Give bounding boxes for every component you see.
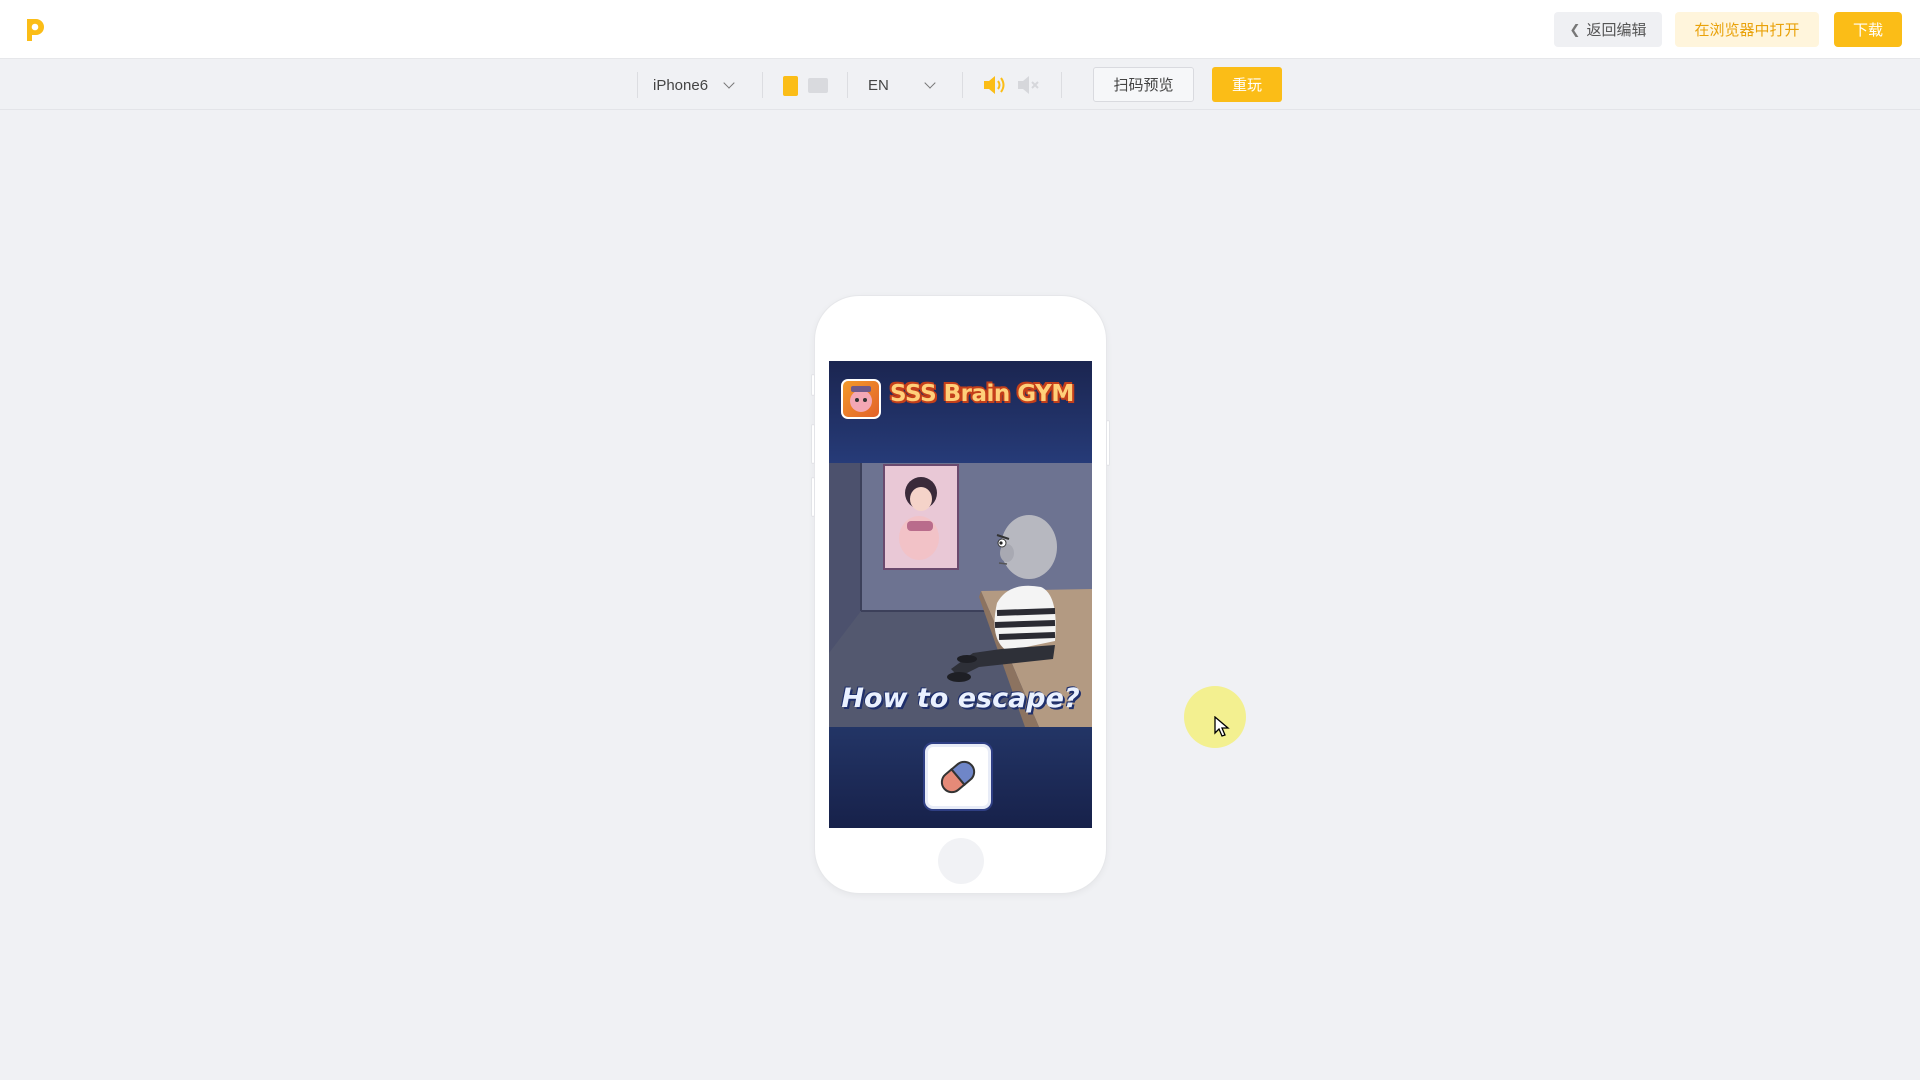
eraser-icon <box>940 760 976 794</box>
replay-label: 重玩 <box>1231 77 1262 94</box>
eraser-tool-button[interactable] <box>923 742 993 811</box>
game-app-icon <box>841 379 881 419</box>
top-bar: ❮ 返回编辑 在浏览器中打开 下载 <box>0 0 1920 59</box>
chevron-left-icon: ❮ <box>1569 21 1581 37</box>
replay-button[interactable]: 重玩 <box>1212 67 1282 102</box>
phone-frame: SSS Brain GYM How to escape? <box>811 296 1110 893</box>
landscape-orientation-icon[interactable] <box>808 78 828 93</box>
sound-on-icon[interactable] <box>982 73 1008 97</box>
phone-side-button <box>811 424 815 464</box>
game-header: SSS Brain GYM <box>829 361 1092 463</box>
chevron-down-icon <box>723 76 735 89</box>
game-screen[interactable]: SSS Brain GYM How to escape? <box>829 361 1092 828</box>
mute-icon[interactable] <box>1016 73 1042 97</box>
phone-side-button <box>1106 420 1110 466</box>
toolbar-divider <box>962 72 963 98</box>
app-logo[interactable] <box>24 17 46 43</box>
toolbar-divider <box>762 72 763 98</box>
language-select-value: EN <box>868 76 889 94</box>
preview-toolbar: iPhone6 EN <box>0 60 1920 110</box>
language-select[interactable]: EN <box>868 71 936 99</box>
open-in-browser-button[interactable]: 在浏览器中打开 <box>1675 12 1819 47</box>
phone-side-button <box>811 374 815 396</box>
scan-preview-button[interactable]: 扫码预览 <box>1093 67 1194 102</box>
portrait-orientation-icon[interactable] <box>783 76 798 96</box>
device-select[interactable]: iPhone6 <box>653 71 735 99</box>
back-to-edit-label: 返回编辑 <box>1586 22 1647 39</box>
device-select-value: iPhone6 <box>653 76 709 94</box>
download-button[interactable]: 下载 <box>1834 12 1902 47</box>
game-title: SSS Brain GYM <box>890 381 1074 407</box>
chevron-down-icon <box>924 76 936 89</box>
game-caption: How to escape? <box>841 683 1080 714</box>
phone-home-button <box>938 838 984 884</box>
toolbar-divider <box>637 72 638 98</box>
download-label: 下载 <box>1852 22 1883 39</box>
mouse-cursor-icon <box>1214 716 1230 737</box>
phone-side-button <box>811 477 815 517</box>
scan-preview-label: 扫码预览 <box>1113 77 1174 94</box>
open-in-browser-label: 在浏览器中打开 <box>1694 22 1800 39</box>
back-to-edit-button[interactable]: ❮ 返回编辑 <box>1554 12 1662 47</box>
toolbar-divider <box>1061 72 1062 98</box>
toolbar-divider <box>847 72 848 98</box>
